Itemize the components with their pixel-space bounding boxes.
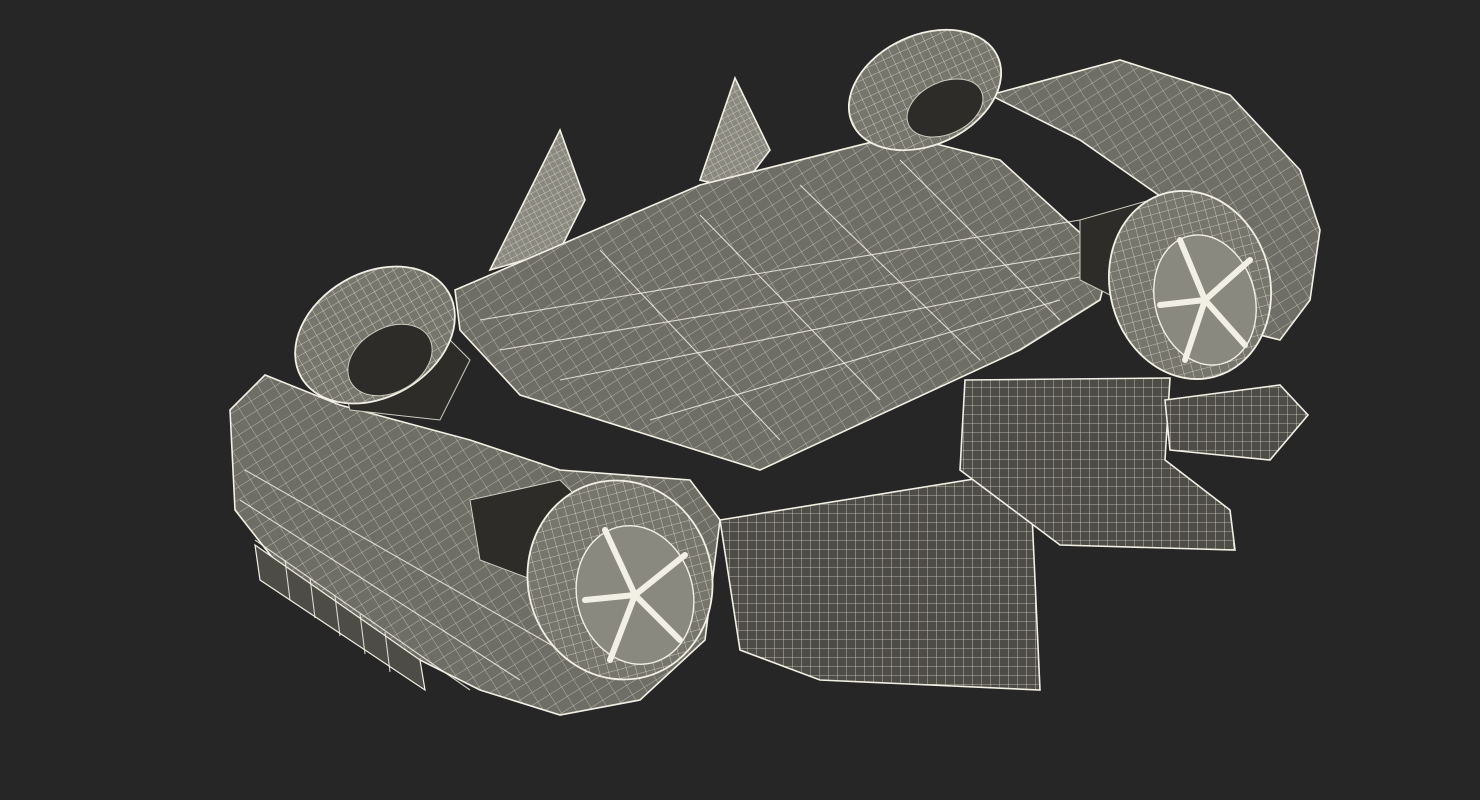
wireframe-render <box>229 28 1321 716</box>
viewport <box>0 0 1480 800</box>
side-skirt <box>719 469 1041 691</box>
